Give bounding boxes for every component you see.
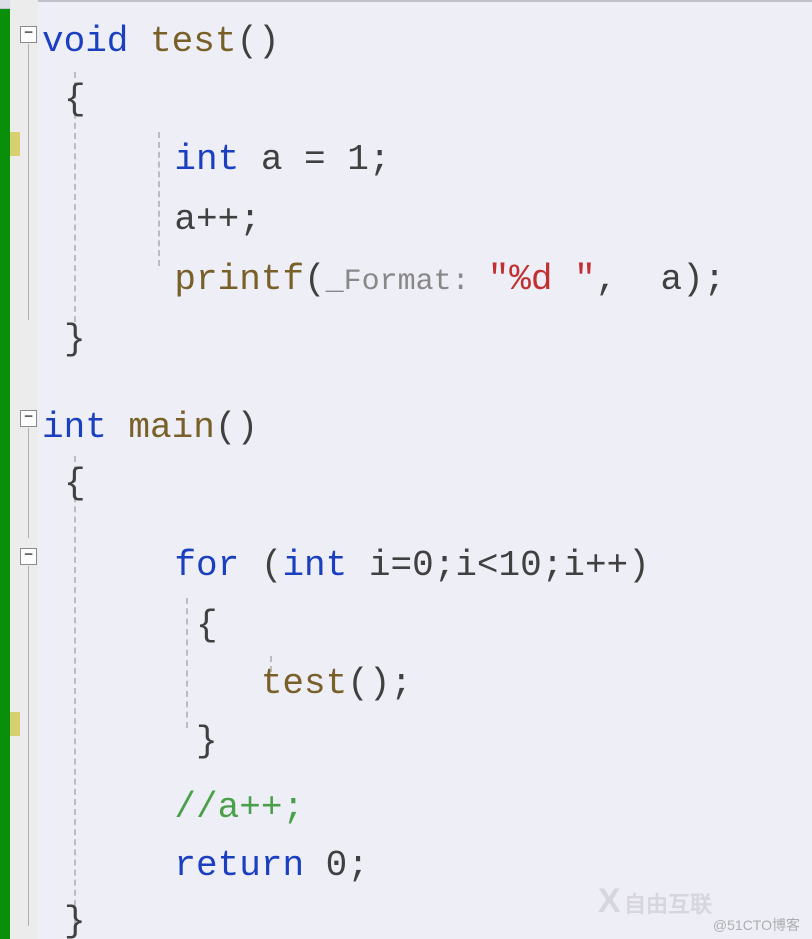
code-line: void test(): [42, 14, 812, 70]
func-printf: printf: [174, 259, 304, 300]
code-line: printf(_Format: "%d ", a);: [88, 252, 812, 310]
comment: //a++;: [174, 787, 304, 828]
line-marker: [10, 132, 20, 156]
code-line: int main(): [42, 400, 812, 456]
keyword-int: int: [174, 139, 239, 180]
code-line: }: [88, 714, 812, 770]
code-line: //a++;: [88, 780, 812, 836]
param-hint: _Format:: [326, 265, 488, 299]
code-line: }: [64, 312, 812, 368]
keyword-for: for: [174, 545, 239, 586]
code-line: {: [88, 598, 812, 654]
code-line: {: [64, 72, 812, 128]
keyword-int: int: [42, 407, 107, 448]
fold-toggle[interactable]: −: [20, 410, 37, 427]
watermark-text: @51CTO博客: [713, 915, 800, 935]
code-line: int a = 1;: [88, 132, 812, 188]
func-main: main: [128, 407, 214, 448]
fold-toggle[interactable]: −: [20, 26, 37, 43]
code-line: a++;: [88, 192, 812, 248]
code-line: {: [64, 456, 812, 512]
fold-guide: [28, 566, 29, 926]
code-editor: − − − void test() { int a = 1; a++; prin…: [0, 0, 812, 939]
code-line: for (int i=0;i<10;i++): [88, 538, 812, 594]
code-area[interactable]: void test() { int a = 1; a++; printf(_Fo…: [38, 0, 812, 939]
keyword-return: return: [174, 845, 304, 886]
fold-guide: [28, 44, 29, 320]
marker-column: [10, 0, 20, 939]
code-line: test();: [88, 656, 812, 712]
change-bar: [0, 0, 10, 939]
keyword-int: int: [282, 545, 347, 586]
line-marker: [10, 712, 20, 736]
watermark-logo: X 自由互联: [598, 882, 712, 921]
indent-guide: [74, 456, 76, 926]
func-test: test: [150, 21, 236, 62]
keyword-void: void: [42, 21, 128, 62]
fold-guide: [28, 428, 29, 538]
fold-column: − − −: [20, 0, 38, 939]
fold-toggle[interactable]: −: [20, 548, 37, 565]
func-call-test: test: [261, 663, 347, 704]
string-literal: "%d ": [488, 259, 596, 300]
